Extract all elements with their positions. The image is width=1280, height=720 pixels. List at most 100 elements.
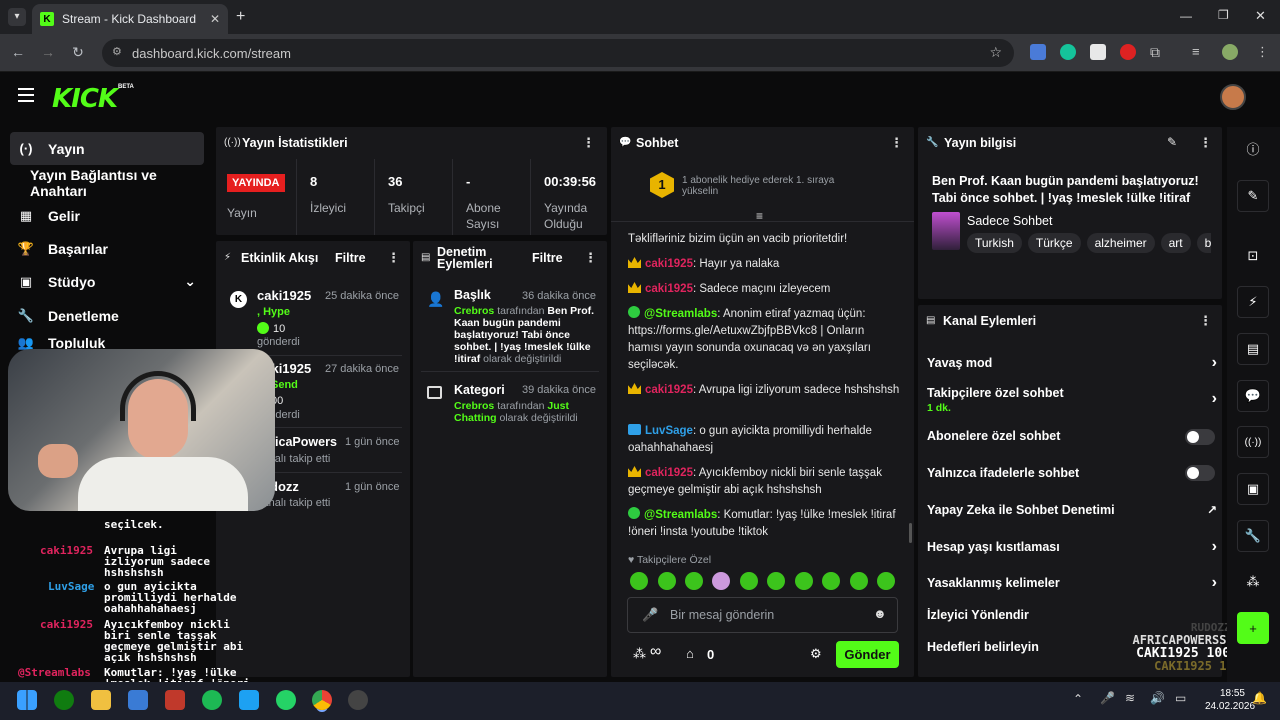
action-slow-mode[interactable]: Yavaş mod ›: [927, 354, 1217, 371]
tab-list-icon[interactable]: ▾: [8, 8, 26, 26]
stats-menu-icon[interactable]: ⋮: [582, 135, 595, 151]
emoji-picker-icon[interactable]: ☻: [873, 606, 887, 621]
chat-username[interactable]: LuvSage: [645, 425, 693, 437]
chat-username[interactable]: @Streamlabs: [644, 509, 717, 521]
subscribers-only-toggle[interactable]: [1185, 429, 1215, 445]
close-window-icon[interactable]: ✕: [1255, 8, 1266, 24]
obs-icon[interactable]: [348, 690, 368, 710]
emote-icon[interactable]: [740, 572, 758, 590]
chat-menu-icon[interactable]: ⋮: [890, 135, 903, 151]
stream-info-menu-icon[interactable]: ⋮: [1199, 135, 1212, 151]
sidebar-item-stream[interactable]: (·) Yayın: [10, 132, 204, 165]
microphone-icon[interactable]: 🎤: [642, 607, 658, 623]
app-icon[interactable]: [165, 690, 185, 710]
chrome-menu-icon[interactable]: ⋮: [1256, 44, 1272, 60]
minimize-icon[interactable]: —: [1180, 9, 1192, 23]
activity-filter-button[interactable]: Filtre: [335, 251, 366, 265]
capture-icon[interactable]: ⊡: [1237, 240, 1269, 272]
whatsapp-icon[interactable]: [276, 690, 296, 710]
puzzle-extensions-icon[interactable]: ⧉: [1150, 44, 1166, 60]
translate-extension-icon[interactable]: [1030, 44, 1046, 60]
sidebar-item-studio[interactable]: ▣ Stüdyo ⌄: [10, 265, 204, 298]
emote-icon[interactable]: [767, 572, 785, 590]
emote-icon[interactable]: [850, 572, 868, 590]
emote-only-toggle[interactable]: [1185, 465, 1215, 481]
back-icon[interactable]: ←: [8, 44, 28, 60]
chat-username[interactable]: caki1925: [645, 258, 693, 270]
tag[interactable]: alzheimer: [1086, 233, 1155, 253]
twitter-icon[interactable]: [239, 690, 259, 710]
chat-scrollbar[interactable]: [909, 523, 912, 543]
chrome-icon[interactable]: [312, 690, 332, 710]
user-avatar[interactable]: [1220, 84, 1246, 110]
reload-icon[interactable]: ↻: [68, 44, 88, 61]
chat-username[interactable]: caki1925: [645, 467, 693, 479]
emote-icon[interactable]: [822, 572, 840, 590]
notification-icon[interactable]: 🔔: [1252, 691, 1267, 705]
tag[interactable]: Türkçe: [1027, 233, 1081, 253]
sidebar-item-achievements[interactable]: 🏆 Başarılar: [10, 232, 204, 265]
close-tab-icon[interactable]: ✕: [210, 12, 220, 26]
emote-icon[interactable]: [658, 572, 676, 590]
tag[interactable]: art: [1160, 233, 1191, 253]
file-explorer-icon[interactable]: [91, 690, 111, 710]
emote-icon[interactable]: [630, 572, 648, 590]
xbox-icon[interactable]: [54, 690, 74, 710]
record-extension-icon[interactable]: [1120, 44, 1136, 60]
forward-icon[interactable]: →: [38, 44, 58, 60]
browser-tab-active[interactable]: K Stream - Kick Dashboard ✕: [32, 4, 228, 34]
category-name[interactable]: Sadece Sohbet: [967, 214, 1053, 228]
lightning-icon[interactable]: ⚡: [1237, 286, 1269, 318]
add-widget-icon[interactable]: +: [1237, 612, 1269, 644]
emote-icon[interactable]: [712, 572, 730, 590]
action-banned-words[interactable]: Yasaklanmış kelimeler ›: [927, 574, 1217, 591]
tag[interactable]: Turkish: [967, 233, 1022, 253]
studio-icon[interactable]: ▣: [1237, 473, 1269, 505]
battery-icon[interactable]: ▭: [1175, 691, 1186, 705]
action-followers-only[interactable]: Takipçilere özel sohbet 1 dk. ›: [927, 386, 1217, 414]
emote-icon[interactable]: [685, 572, 703, 590]
action-raid[interactable]: İzleyici Yönlendir: [927, 608, 1217, 622]
broadcast-icon[interactable]: ((·)): [1237, 426, 1269, 458]
wrench-icon[interactable]: 🔧: [1237, 520, 1269, 552]
spotify-icon[interactable]: [202, 690, 222, 710]
moderation-menu-icon[interactable]: ⋮: [584, 250, 597, 266]
chat-settings-icon[interactable]: ⚙: [810, 646, 822, 662]
tray-chevron-icon[interactable]: ⌃: [1073, 692, 1083, 706]
action-ai-moderation[interactable]: Yapay Zeka ile Sohbet Denetimi ↗: [927, 503, 1217, 517]
emote-icon[interactable]: [877, 572, 895, 590]
info-icon[interactable]: ⓘ: [1237, 132, 1269, 164]
windows-start-icon[interactable]: [17, 690, 37, 710]
action-account-age[interactable]: Hesap yaşı kısıtlaması ›: [927, 538, 1217, 555]
media-controls-icon[interactable]: ≡: [1192, 44, 1208, 60]
channel-actions-menu-icon[interactable]: ⋮: [1199, 313, 1212, 329]
sidebar-item-revenue[interactable]: ▦ Gelir: [10, 199, 204, 232]
store-icon[interactable]: ⌂: [686, 646, 694, 661]
chat-input[interactable]: 🎤 Bir mesaj gönderin ☻: [627, 597, 898, 633]
grammarly-extension-icon[interactable]: [1060, 44, 1076, 60]
chat-username[interactable]: caki1925: [645, 283, 693, 295]
points-icon[interactable]: ⁂: [633, 646, 646, 662]
kick-logo[interactable]: KICK: [52, 84, 118, 114]
sidebar-item-stream-key[interactable]: Yayın Bağlantısı ve Anahtarı: [10, 166, 210, 199]
chat-username[interactable]: @Streamlabs: [644, 308, 717, 320]
moderation-filter-button[interactable]: Filtre: [532, 251, 563, 265]
bookmark-star-icon[interactable]: ☆: [989, 44, 1002, 61]
emote-icon[interactable]: [795, 572, 813, 590]
profile-avatar-icon[interactable]: [1222, 44, 1238, 60]
activity-menu-icon[interactable]: ⋮: [387, 250, 400, 266]
chat-icon[interactable]: 💬: [1237, 380, 1269, 412]
tag[interactable]: bi: [1196, 233, 1211, 253]
microphone-tray-icon[interactable]: 🎤: [1100, 691, 1115, 705]
url-field[interactable]: ⚙ dashboard.kick.com/stream ☆: [102, 39, 1014, 67]
chat-username[interactable]: caki1925: [645, 384, 693, 396]
send-button[interactable]: Gönder: [836, 641, 899, 668]
sidebar-item-moderation[interactable]: 🔧 Denetleme: [10, 299, 204, 332]
users-icon[interactable]: ⁂: [1237, 566, 1269, 598]
extension-icon[interactable]: [1090, 44, 1106, 60]
restore-icon[interactable]: ❐: [1218, 8, 1229, 22]
edit-pencil-icon[interactable]: ✎: [1167, 135, 1177, 149]
wifi-icon[interactable]: ≋: [1125, 691, 1135, 705]
hamburger-menu-icon[interactable]: [18, 88, 34, 102]
clock[interactable]: 18:55 24.02.2026: [1205, 687, 1255, 713]
